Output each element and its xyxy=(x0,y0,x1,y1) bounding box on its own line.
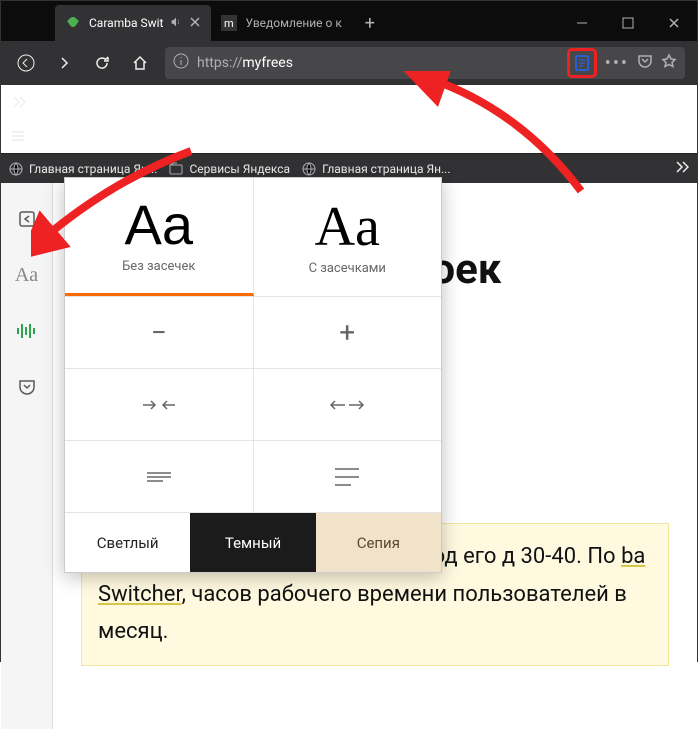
overflow-button[interactable] xyxy=(1,85,35,119)
annotation-arrow-2 xyxy=(31,141,201,261)
theme-label: Сепия xyxy=(357,534,400,552)
info-icon[interactable] xyxy=(173,53,189,73)
pocket-icon[interactable] xyxy=(637,53,653,73)
tabs: Caramba Swit m Уведомление о к + xyxy=(55,5,388,41)
lines-narrow-icon xyxy=(145,468,173,486)
font-label: Без засечек xyxy=(122,259,195,274)
plus-icon: + xyxy=(365,13,375,34)
plus-icon: + xyxy=(339,316,355,349)
font-sample: Aa xyxy=(315,199,380,255)
aa-label: Aa xyxy=(15,264,38,287)
minimize-button[interactable] xyxy=(559,5,605,41)
page-actions-icon[interactable]: ••• xyxy=(605,53,629,74)
tab-favicon-icon xyxy=(65,15,81,31)
theme-label: Темный xyxy=(225,534,281,552)
titlebar: Caramba Swit m Уведомление о к + xyxy=(1,1,697,41)
back-button[interactable] xyxy=(9,46,43,80)
maximize-button[interactable] xyxy=(605,5,651,41)
sidebar-type-button[interactable]: Aa xyxy=(9,257,45,293)
lines-wide-icon xyxy=(333,466,361,488)
close-window-button[interactable] xyxy=(651,5,697,41)
sidebar-narrate-button[interactable] xyxy=(9,313,45,349)
arrows-in-icon xyxy=(139,395,179,415)
annotation-arrow-1 xyxy=(401,71,601,201)
sidebar-pocket-button[interactable] xyxy=(9,369,45,405)
menu-button[interactable] xyxy=(1,119,35,153)
bookmark-label: Сервисы Яндекса xyxy=(189,162,290,176)
font-size-decrease[interactable]: − xyxy=(65,297,254,368)
content-width-increase[interactable] xyxy=(254,369,442,440)
minus-icon: − xyxy=(151,316,167,349)
font-label: С засечками xyxy=(309,261,386,276)
theme-light-button[interactable]: Светлый xyxy=(65,513,190,572)
tab-caramba[interactable]: Caramba Swit xyxy=(55,5,211,41)
arrows-out-icon xyxy=(327,395,367,415)
theme-dark-button[interactable]: Темный xyxy=(190,513,315,572)
url-text: https://myfrees xyxy=(197,55,293,71)
star-icon[interactable] xyxy=(661,53,677,73)
line-height-row xyxy=(65,440,441,512)
theme-sepia-button[interactable]: Сепия xyxy=(316,513,441,572)
tab-label: Уведомление о к xyxy=(245,16,341,30)
forward-button[interactable] xyxy=(47,46,81,80)
bookmarks-overflow[interactable] xyxy=(673,159,689,179)
tab-notification[interactable]: m Уведомление о к xyxy=(211,5,351,41)
content-width-decrease[interactable] xyxy=(65,369,254,440)
tab-close-icon[interactable] xyxy=(189,16,201,31)
reader-sidebar: Aa xyxy=(1,183,53,729)
tab-label: Caramba Swit xyxy=(89,16,163,30)
newtab-button[interactable]: + xyxy=(352,5,388,41)
content-width-row xyxy=(65,368,441,440)
window-controls xyxy=(559,5,697,41)
theme-row: Светлый Темный Сепия xyxy=(65,512,441,572)
font-size-increase[interactable]: + xyxy=(254,297,442,368)
font-size-row: − + xyxy=(65,296,441,368)
line-height-increase[interactable] xyxy=(254,441,442,512)
home-button[interactable] xyxy=(123,46,157,80)
reload-button[interactable] xyxy=(85,46,119,80)
theme-label: Светлый xyxy=(97,534,159,552)
tab-favicon-icon: m xyxy=(221,15,237,31)
tab-audio-icon[interactable] xyxy=(169,15,183,32)
svg-text:m: m xyxy=(224,17,234,30)
line-height-decrease[interactable] xyxy=(65,441,254,512)
